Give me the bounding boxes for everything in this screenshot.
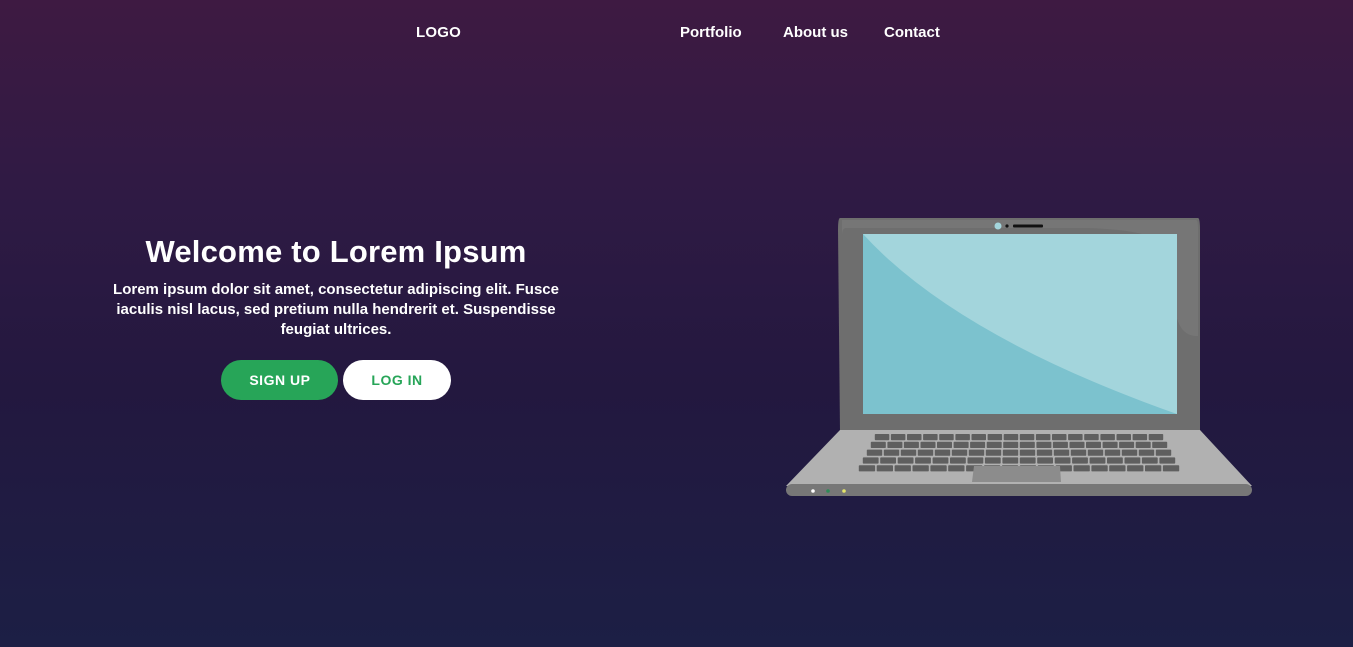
laptop-key — [876, 465, 893, 472]
top-nav: LOGO Portfolio About us Contact — [0, 0, 1353, 66]
nav-link-about-us[interactable]: About us — [783, 24, 848, 41]
laptop-key — [1127, 465, 1144, 472]
laptop-key — [1152, 441, 1168, 448]
nav-link-contact[interactable]: Contact — [884, 24, 940, 41]
laptop-key — [987, 434, 1003, 441]
laptop-key — [1148, 434, 1164, 441]
laptop-key — [894, 465, 911, 472]
laptop-key — [1155, 449, 1172, 456]
laptop-key — [1003, 441, 1019, 448]
laptop-key — [950, 457, 966, 464]
laptop-key — [1135, 441, 1151, 448]
laptop-key — [1019, 434, 1035, 441]
logo[interactable]: LOGO — [416, 24, 461, 41]
laptop-key — [953, 441, 969, 448]
hero-title: Welcome to Lorem Ipsum — [145, 234, 527, 269]
laptop-key — [971, 434, 986, 441]
hero-description: Lorem ipsum dolor sit amet, consectetur … — [113, 281, 559, 338]
laptop-key — [1002, 449, 1019, 456]
laptop-key — [1036, 449, 1053, 456]
laptop-key — [1019, 441, 1035, 448]
laptop-key — [858, 465, 876, 472]
laptop-key — [934, 449, 951, 456]
laptop-key — [955, 434, 970, 441]
laptop-key — [912, 465, 929, 472]
laptop-illustration — [786, 216, 1252, 498]
laptop-key — [1121, 449, 1138, 456]
laptop-key — [923, 434, 938, 441]
sign-up-button[interactable]: SIGN UP — [221, 360, 339, 400]
laptop-key — [1072, 457, 1088, 464]
laptop-key — [907, 434, 922, 441]
laptop-key — [1052, 441, 1068, 448]
laptop-key — [930, 465, 947, 472]
laptop-key — [1145, 465, 1162, 472]
laptop-key — [1054, 457, 1071, 464]
laptop-key — [1091, 465, 1108, 472]
laptop-key — [1119, 441, 1135, 448]
laptop-key — [1132, 434, 1148, 441]
hero-actions: SIGN UP LOG IN — [96, 360, 576, 400]
laptop-key — [1087, 449, 1104, 456]
laptop-icon — [786, 218, 1252, 496]
laptop-key — [1104, 449, 1121, 456]
laptop-key — [937, 441, 952, 448]
laptop-key — [1109, 465, 1126, 472]
laptop-key — [932, 457, 949, 464]
laptop-key — [1159, 457, 1176, 464]
laptop-key — [866, 449, 883, 456]
laptop-key — [986, 441, 1002, 448]
laptop-key — [880, 457, 896, 464]
laptop-key — [939, 434, 954, 441]
laptop-key — [874, 434, 890, 441]
hero-section: Welcome to Lorem Ipsum Lorem ipsum dolor… — [96, 232, 576, 400]
laptop-key — [890, 434, 906, 441]
laptop-key — [1102, 441, 1118, 448]
laptop-key — [1073, 465, 1090, 472]
laptop-key — [1116, 434, 1131, 441]
laptop-key — [1086, 441, 1101, 448]
laptop-key — [1068, 434, 1083, 441]
laptop-key — [967, 457, 984, 464]
laptop-key — [1070, 449, 1087, 456]
laptop-key — [1141, 457, 1158, 464]
laptop-key — [1035, 434, 1051, 441]
laptop-key — [951, 449, 968, 456]
laptop-key — [1089, 457, 1106, 464]
laptop-key — [862, 457, 879, 464]
laptop-key — [1107, 457, 1123, 464]
laptop-key — [1162, 465, 1180, 472]
laptop-key — [1002, 457, 1019, 464]
laptop-key — [1003, 434, 1019, 441]
laptop-key — [1084, 434, 1099, 441]
laptop-key — [1100, 434, 1115, 441]
laptop-key — [883, 449, 900, 456]
laptop-key — [1019, 457, 1036, 464]
laptop-key — [984, 457, 1001, 464]
laptop-key — [897, 457, 914, 464]
laptop-key — [1036, 441, 1052, 448]
laptop-key — [948, 465, 965, 472]
laptop-key — [1037, 457, 1053, 464]
laptop-key — [1069, 441, 1085, 448]
laptop-key — [903, 441, 919, 448]
laptop-key — [887, 441, 903, 448]
laptop-key — [985, 449, 1002, 456]
laptop-key — [870, 441, 886, 448]
laptop-key — [968, 449, 985, 456]
laptop-key — [1138, 449, 1155, 456]
log-in-button[interactable]: LOG IN — [343, 360, 451, 400]
laptop-key — [920, 441, 936, 448]
laptop-key — [1053, 449, 1070, 456]
laptop-key — [1124, 457, 1141, 464]
nav-link-portfolio[interactable]: Portfolio — [680, 24, 742, 41]
laptop-key — [917, 449, 934, 456]
laptop-key — [1052, 434, 1067, 441]
laptop-key — [1019, 449, 1036, 456]
laptop-key — [915, 457, 931, 464]
laptop-key — [900, 449, 917, 456]
laptop-key — [970, 441, 986, 448]
